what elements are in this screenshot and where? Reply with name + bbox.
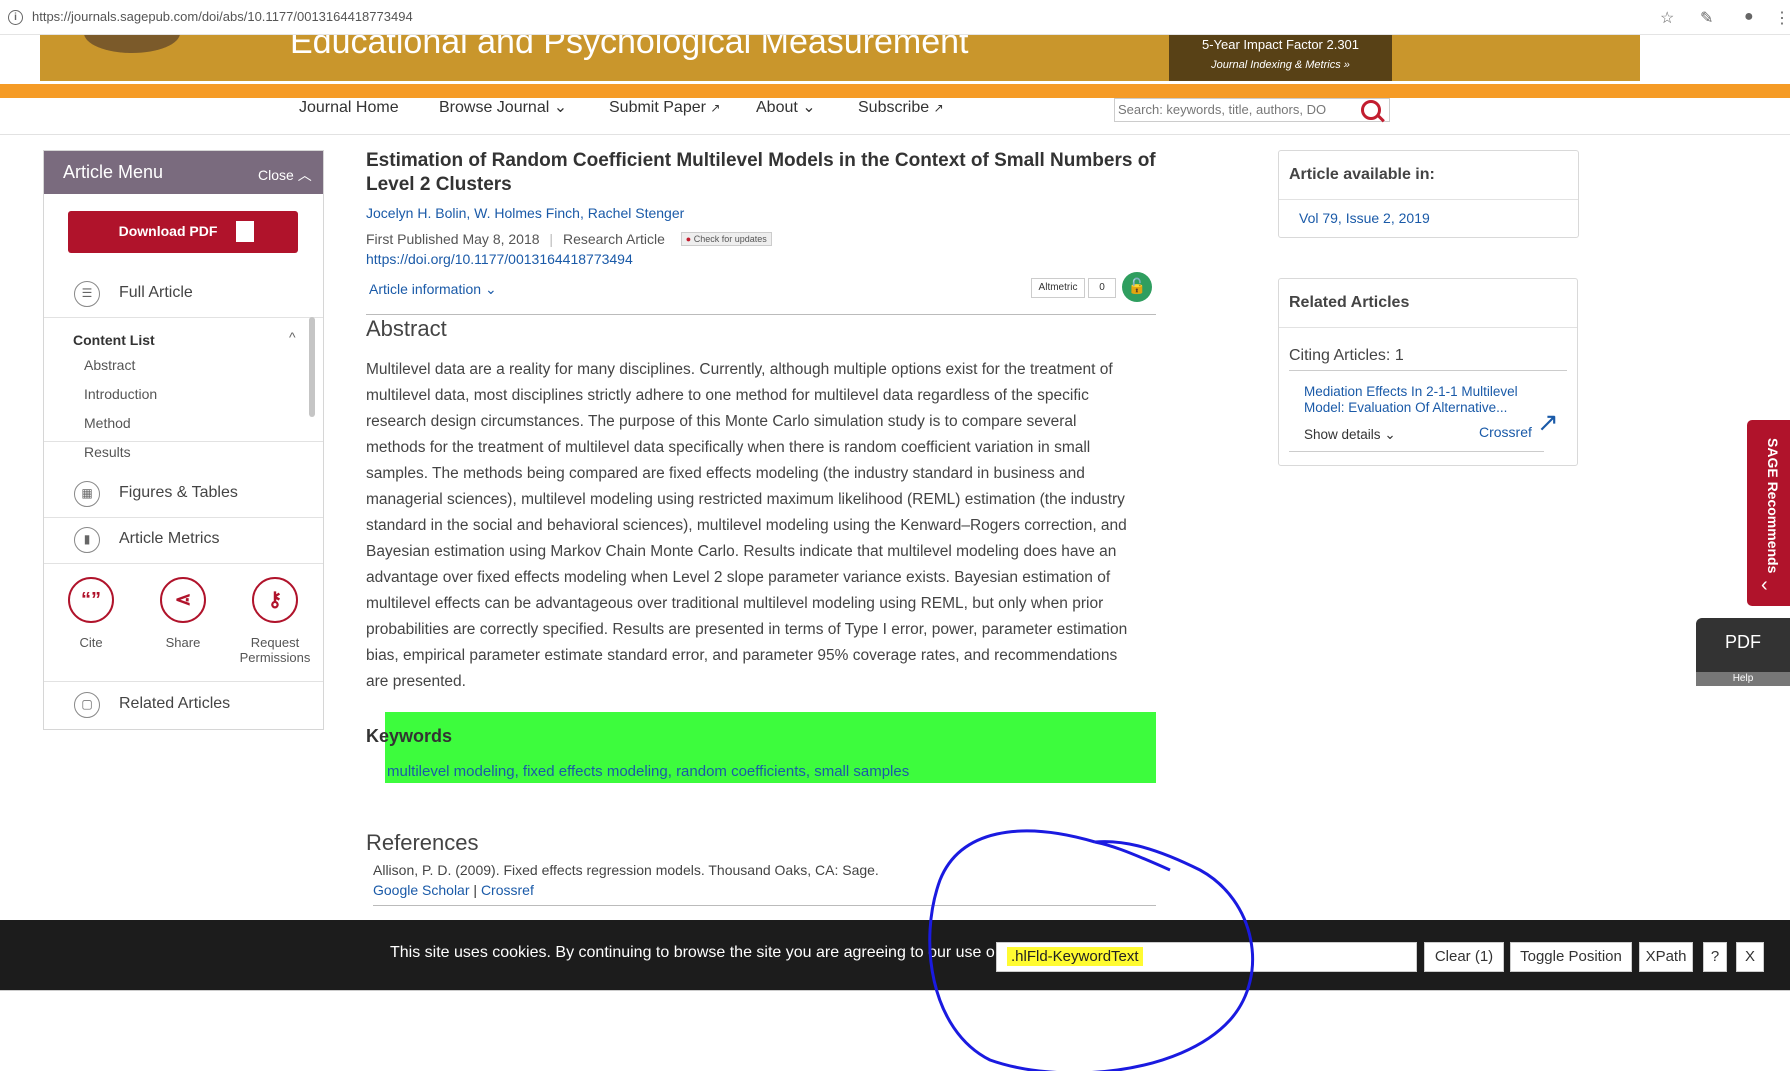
annotation-circle [928,829,1255,1071]
annotation-stroke [928,829,1255,1071]
